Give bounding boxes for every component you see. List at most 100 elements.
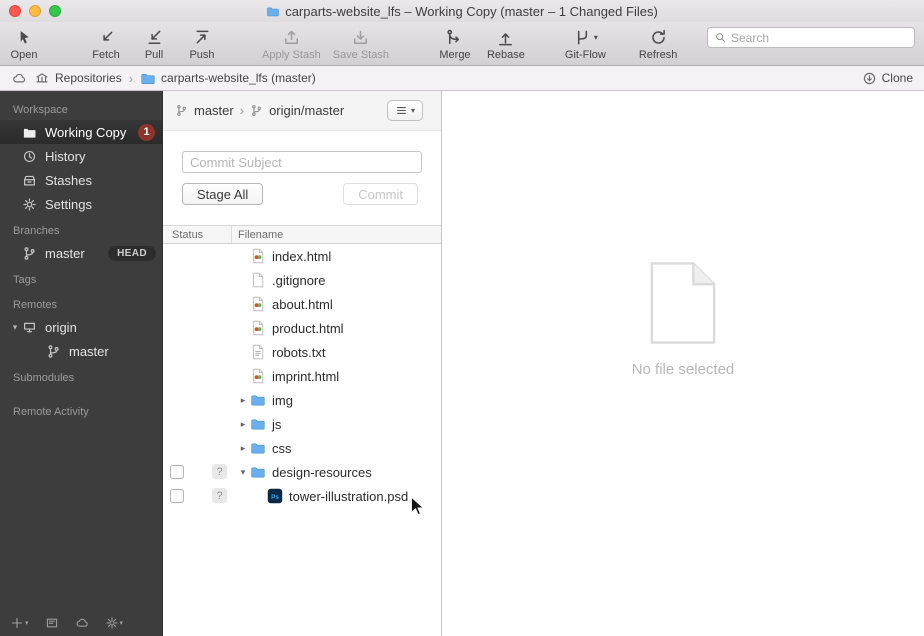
commit-subject-input[interactable] — [182, 151, 422, 173]
repositories-label: Repositories — [55, 71, 122, 85]
file-name-cell: product.html — [232, 320, 441, 336]
file-status-cell: ? — [163, 460, 232, 484]
file-row-product-html[interactable]: product.html — [163, 316, 441, 340]
psd-file-icon: Ps — [267, 488, 283, 504]
stage-checkbox[interactable] — [170, 465, 184, 479]
stage-checkbox[interactable] — [170, 489, 184, 503]
list-view-icon — [395, 104, 408, 117]
zoom-button[interactable] — [49, 5, 61, 17]
file-name-cell: ▾design-resources — [232, 464, 441, 480]
toolbar-icon-row — [445, 27, 464, 48]
disclosure-triangle[interactable]: ▸ — [236, 419, 250, 430]
sidebar-item-master[interactable]: masterHEAD — [0, 241, 162, 265]
file-row-imprint-html[interactable]: imprint.html — [163, 364, 441, 388]
file-name-cell: ▸img — [232, 392, 441, 408]
file-status-cell — [163, 268, 232, 292]
empty-state-message: No file selected — [632, 361, 735, 378]
toolbar-button-apply-stash: Apply Stash — [262, 25, 321, 61]
apply-stash-icon — [282, 28, 301, 47]
search-input[interactable] — [731, 31, 908, 45]
push-icon — [193, 28, 212, 47]
sidebar-item-history[interactable]: History — [0, 144, 162, 168]
file-status-cell — [163, 340, 232, 364]
toolbar-button-push[interactable]: Push — [186, 25, 218, 61]
file-row-about-html[interactable]: about.html — [163, 292, 441, 316]
file-row-css[interactable]: ▸css — [163, 436, 441, 460]
view-options-button[interactable]: ▾ — [387, 100, 423, 121]
current-branch[interactable]: master — [194, 103, 234, 118]
toolbar-button-open[interactable]: Open — [8, 25, 40, 61]
toolbar-button-label: Pull — [145, 49, 163, 61]
sidebar-item-master[interactable]: master — [0, 339, 162, 363]
file-name-cell: .gitignore — [232, 272, 441, 288]
main-area: WorkspaceWorking Copy1HistoryStashesSett… — [0, 91, 924, 636]
upstream-branch[interactable]: origin/master — [269, 103, 344, 118]
close-button[interactable] — [9, 5, 21, 17]
disclosure-triangle[interactable]: ▾ — [236, 467, 250, 478]
toolbar-group: Fetch Pull Push — [90, 25, 218, 61]
add-button[interactable]: ▾ — [10, 616, 29, 630]
sidebar-item-working-copy[interactable]: Working Copy1 — [0, 120, 162, 144]
toolbar-button-rebase[interactable]: Rebase — [487, 25, 525, 61]
breadcrumb-repositories[interactable]: Repositories — [34, 71, 122, 86]
disclosure-triangle[interactable]: ▸ — [236, 395, 250, 406]
toolbar-icon-row — [193, 27, 212, 48]
sidebar-item-settings[interactable]: Settings — [0, 192, 162, 216]
folder-icon — [250, 392, 266, 408]
repo-folder-icon — [140, 71, 156, 86]
file-row-index-html[interactable]: index.html — [163, 244, 441, 268]
panel-icon — [45, 616, 59, 630]
cloud-icon[interactable] — [11, 71, 27, 86]
file-status-cell — [163, 388, 232, 412]
file-name: .gitignore — [272, 273, 325, 288]
repositories-icon — [34, 71, 50, 86]
disclosure-triangle[interactable]: ▾ — [8, 322, 22, 333]
toolbar-button-pull[interactable]: Pull — [138, 25, 170, 61]
file-row-design-resources[interactable]: ?▾design-resources — [163, 460, 441, 484]
empty-file-icon — [650, 261, 716, 345]
clone-button[interactable]: Clone — [862, 71, 913, 86]
file-row-gitignore[interactable]: .gitignore — [163, 268, 441, 292]
toolbar-button-refresh[interactable]: Refresh — [639, 25, 678, 61]
current-repo-label: carparts-website_lfs (master) — [161, 71, 316, 85]
breadcrumb-separator: › — [129, 71, 133, 86]
gear-icon — [105, 616, 119, 630]
gitflow-icon — [573, 28, 592, 47]
settings-icon — [22, 197, 37, 212]
toolbar-group: Merge Rebase — [439, 25, 525, 61]
txt-file-icon — [250, 344, 266, 360]
breadcrumb-current-repo[interactable]: carparts-website_lfs (master) — [140, 71, 316, 86]
minimize-button[interactable] — [29, 5, 41, 17]
merge-icon — [445, 28, 464, 47]
folder-icon — [250, 416, 266, 432]
file-row-img[interactable]: ▸img — [163, 388, 441, 412]
folder-proxy-icon — [266, 5, 280, 18]
status-badge: ? — [212, 488, 227, 503]
actions-button[interactable]: ▾ — [105, 616, 124, 630]
stashes-icon — [22, 173, 37, 188]
file-row-robots-txt[interactable]: robots.txt — [163, 340, 441, 364]
sidebar-item-stashes[interactable]: Stashes — [0, 168, 162, 192]
plain-file-icon — [250, 272, 266, 288]
file-status-cell — [163, 412, 232, 436]
toolbar-button-label: Apply Stash — [262, 49, 321, 61]
file-row-js[interactable]: ▸js — [163, 412, 441, 436]
app-window: carparts-website_lfs – Working Copy (mas… — [0, 0, 924, 636]
stage-all-button[interactable]: Stage All — [182, 183, 263, 205]
search-field[interactable] — [707, 27, 915, 48]
column-header-filename[interactable]: Filename — [232, 229, 283, 241]
file-row-tower-illustration-psd[interactable]: ?Pstower-illustration.psd — [163, 484, 441, 508]
toolbar-group: ▾Git-Flow — [565, 25, 606, 61]
toolbar-button-fetch[interactable]: Fetch — [90, 25, 122, 61]
file-name: robots.txt — [272, 345, 325, 360]
toolbar-button-label: Push — [189, 49, 214, 61]
html-file-icon — [250, 320, 266, 336]
sidebar-item-origin[interactable]: ▾origin — [0, 315, 162, 339]
changes-count-badge: 1 — [138, 124, 155, 141]
toolbar-button-git-flow[interactable]: ▾Git-Flow — [565, 25, 606, 61]
toolbar-button-merge[interactable]: Merge — [439, 25, 471, 61]
disclosure-triangle[interactable]: ▸ — [236, 443, 250, 454]
view-toggle-button[interactable] — [45, 616, 59, 630]
cloud-button[interactable] — [75, 616, 89, 630]
column-header-status[interactable]: Status — [163, 226, 232, 243]
